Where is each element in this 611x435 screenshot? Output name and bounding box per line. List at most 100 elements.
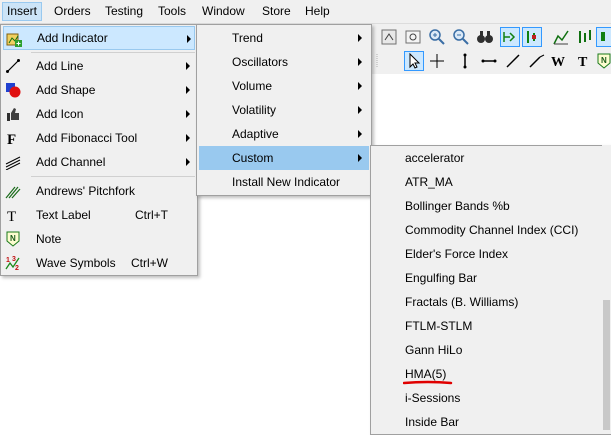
menu-item-andrews-pitchfork[interactable]: Andrews' Pitchfork xyxy=(3,179,195,203)
menu-item-add-fibonacci-tool[interactable]: F Add Fibonacci Tool xyxy=(3,126,195,150)
menu-item-note[interactable]: N Note xyxy=(3,227,195,251)
bar-chart-icon[interactable] xyxy=(576,28,594,46)
custom-item-ftlm-stlm[interactable]: FTLM-STLM xyxy=(373,314,601,338)
submenu-item-volume[interactable]: Volume xyxy=(199,74,369,98)
period-icon[interactable] xyxy=(404,28,422,46)
fibonacci-tool-icon[interactable]: W xyxy=(550,52,568,70)
custom-item-i-sessions[interactable]: i-Sessions xyxy=(373,386,601,410)
submenu-item-oscillators[interactable]: Oscillators xyxy=(199,50,369,74)
menu-testing[interactable]: Testing xyxy=(101,2,147,21)
menu-store[interactable]: Store xyxy=(258,2,295,21)
horizontal-line-icon[interactable] xyxy=(480,52,498,70)
toolbar: W T N xyxy=(370,24,611,74)
submenu-arrow-icon xyxy=(186,86,190,94)
label-tool-icon[interactable]: N xyxy=(596,52,611,70)
menu-item-label: Add Line xyxy=(36,54,83,78)
custom-item-fractals[interactable]: Fractals (B. Williams) xyxy=(373,290,601,314)
crosshair-icon[interactable] xyxy=(428,52,446,70)
fibonacci-icon: F xyxy=(5,130,21,146)
menu-separator xyxy=(31,52,195,53)
submenu-item-custom[interactable]: Custom xyxy=(199,146,369,170)
submenu-arrow-icon xyxy=(358,130,362,138)
auto-scroll-icon[interactable] xyxy=(500,27,520,47)
trendline-icon[interactable] xyxy=(504,52,522,70)
svg-text:T: T xyxy=(578,55,588,70)
menu-item-label: Note xyxy=(36,227,61,251)
svg-text:1: 1 xyxy=(6,257,10,264)
menu-window[interactable]: Window xyxy=(198,2,249,21)
shortcut-text: Ctrl+T xyxy=(135,203,168,227)
submenu-arrow-icon xyxy=(358,106,362,114)
menu-item-label: Wave Symbols xyxy=(36,251,116,275)
submenu-arrow-icon xyxy=(358,34,362,42)
custom-item-engulfing-bar[interactable]: Engulfing Bar xyxy=(373,266,601,290)
menu-orders[interactable]: Orders xyxy=(50,2,95,21)
wave-icon: 132 xyxy=(5,255,21,271)
insert-menu: Add Indicator Add Line Add Shape Add Ico… xyxy=(0,24,198,276)
indicators-icon[interactable] xyxy=(552,28,570,46)
menu-item-label: Custom xyxy=(232,146,273,170)
line-icon xyxy=(5,58,21,74)
menu-bar: Insert Orders Testing Tools Window Store… xyxy=(0,0,611,24)
shortcut-text: Ctrl+W xyxy=(131,251,168,275)
submenu-item-volatility[interactable]: Volatility xyxy=(199,98,369,122)
submenu-arrow-icon xyxy=(186,158,190,166)
menu-item-label: Oscillators xyxy=(232,50,288,74)
custom-item-accelerator[interactable]: accelerator xyxy=(373,146,601,170)
menu-item-label: Install New Indicator xyxy=(232,170,340,194)
submenu-arrow-icon xyxy=(358,58,362,66)
menu-item-label: Add Indicator xyxy=(37,27,108,49)
menu-item-text-label[interactable]: T Text Label Ctrl+T xyxy=(3,203,195,227)
menu-item-add-icon[interactable]: Add Icon xyxy=(3,102,195,126)
svg-text:T: T xyxy=(7,209,16,223)
menu-item-add-line[interactable]: Add Line xyxy=(3,54,195,78)
menu-item-wave-symbols[interactable]: 132 Wave Symbols Ctrl+W xyxy=(3,251,195,275)
custom-item-gann-hilo[interactable]: Gann HiLo xyxy=(373,338,601,362)
menu-item-label: Text Label xyxy=(36,203,91,227)
chart-shift-icon[interactable] xyxy=(522,27,542,47)
vertical-line-icon[interactable] xyxy=(456,52,474,70)
indicator-submenu: Trend Oscillators Volume Volatility Adap… xyxy=(196,24,372,196)
submenu-item-install-new-indicator[interactable]: Install New Indicator xyxy=(199,170,369,194)
menu-help[interactable]: Help xyxy=(301,2,334,21)
menu-item-add-indicator[interactable]: Add Indicator xyxy=(3,26,195,50)
channel-tool-icon[interactable] xyxy=(528,52,546,70)
menu-item-label: Trend xyxy=(232,26,263,50)
menu-item-add-channel[interactable]: Add Channel xyxy=(3,150,195,174)
menu-separator xyxy=(31,176,195,177)
text-tool-icon[interactable]: T xyxy=(574,52,592,70)
svg-text:N: N xyxy=(601,56,607,65)
menu-scrollbar-thumb[interactable] xyxy=(603,300,610,430)
submenu-item-adaptive[interactable]: Adaptive xyxy=(199,122,369,146)
menu-item-label: Elder's Force Index xyxy=(405,242,508,266)
menu-insert[interactable]: Insert xyxy=(2,2,42,21)
thumb-icon xyxy=(5,106,21,122)
menu-item-label: Gann HiLo xyxy=(405,338,462,362)
menu-item-label: Add Icon xyxy=(36,102,83,126)
zoom-out-icon[interactable] xyxy=(452,28,470,46)
custom-item-atr-ma[interactable]: ATR_MA xyxy=(373,170,601,194)
custom-item-elders-force-index[interactable]: Elder's Force Index xyxy=(373,242,601,266)
menu-item-label: i-Sessions xyxy=(405,386,460,410)
custom-item-hma-5[interactable]: HMA(5) xyxy=(373,362,601,386)
zoom-in-icon[interactable] xyxy=(428,28,446,46)
menu-item-label: FTLM-STLM xyxy=(405,314,472,338)
menu-item-label: Commodity Channel Index (CCI) xyxy=(405,218,578,242)
svg-text:W: W xyxy=(551,55,565,70)
custom-item-cci[interactable]: Commodity Channel Index (CCI) xyxy=(373,218,601,242)
text-icon: T xyxy=(5,207,21,223)
candlestick-icon[interactable] xyxy=(596,27,611,47)
menu-item-label: ATR_MA xyxy=(405,170,453,194)
add-indicator-icon xyxy=(6,31,22,47)
custom-item-inside-bar[interactable]: Inside Bar xyxy=(373,410,601,434)
menu-item-add-shape[interactable]: Add Shape xyxy=(3,78,195,102)
submenu-arrow-icon xyxy=(186,62,190,70)
cursor-icon[interactable] xyxy=(404,51,424,71)
submenu-item-trend[interactable]: Trend xyxy=(199,26,369,50)
menu-tools[interactable]: Tools xyxy=(154,2,190,21)
menu-item-label: accelerator xyxy=(405,146,464,170)
binoculars-icon[interactable] xyxy=(476,28,494,46)
custom-item-bollinger-bands-b[interactable]: Bollinger Bands %b xyxy=(373,194,601,218)
svg-text:2: 2 xyxy=(15,265,19,271)
chart-template-icon[interactable] xyxy=(380,28,398,46)
